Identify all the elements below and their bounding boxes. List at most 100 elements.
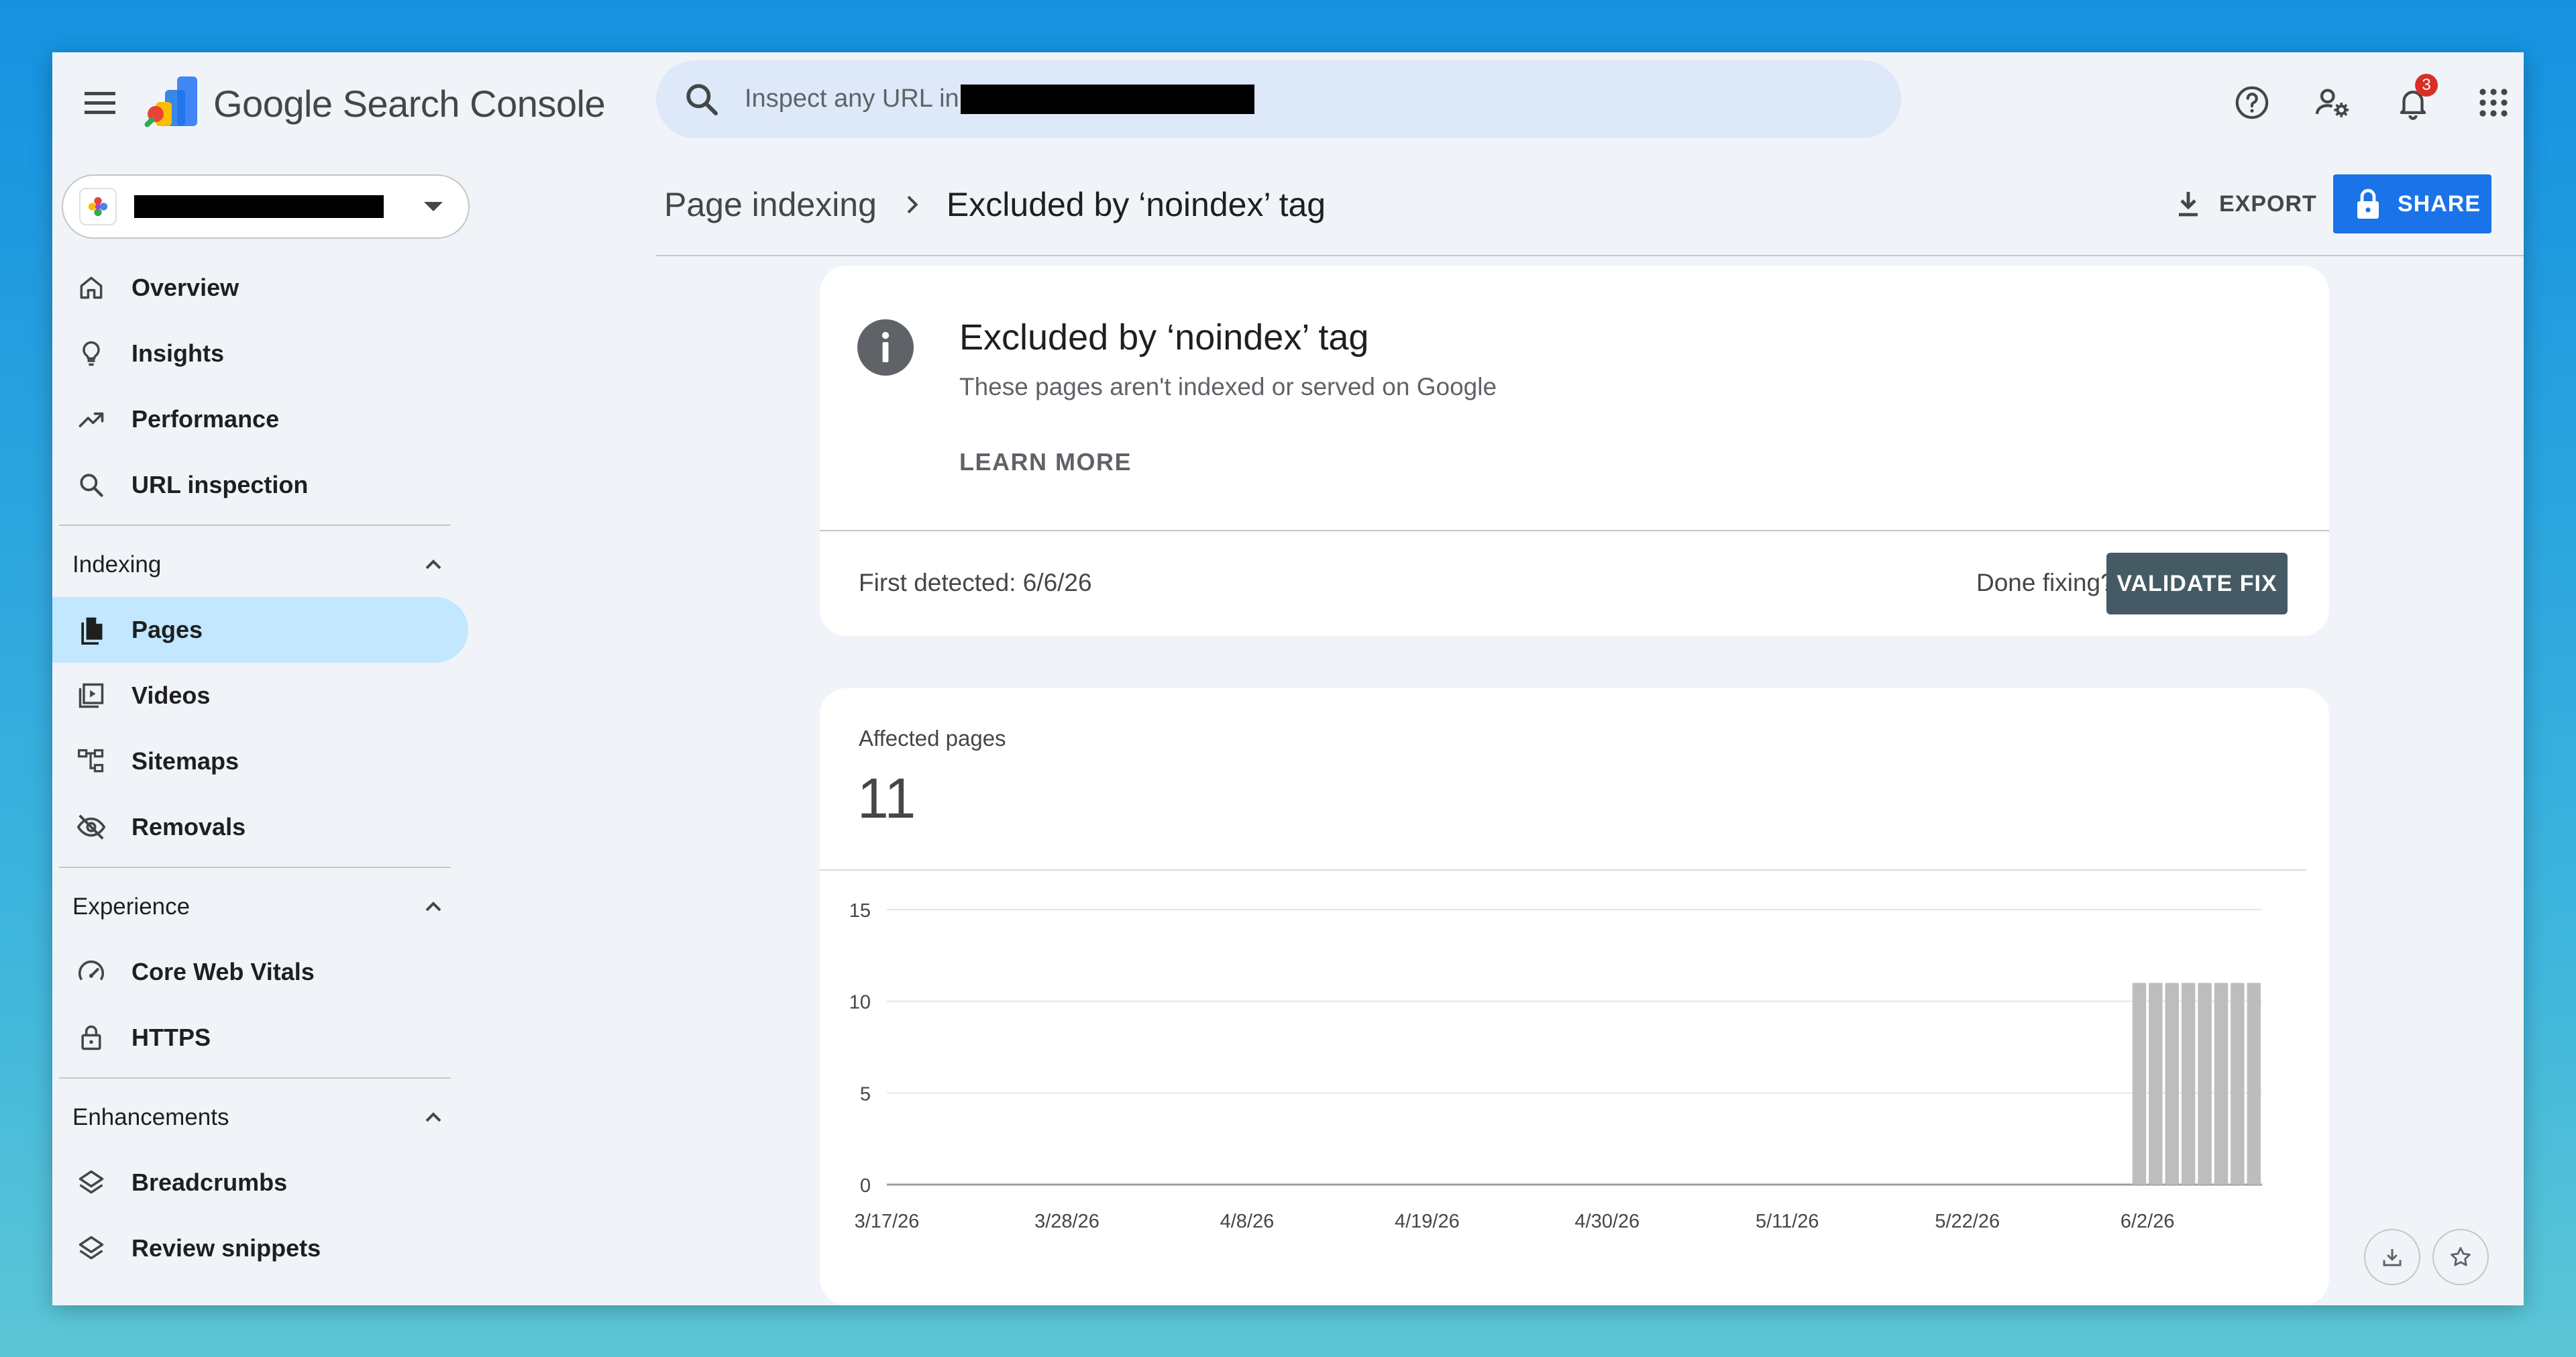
apps-button[interactable] <box>2467 76 2520 129</box>
search-placeholder: Inspect any URL in <box>745 84 959 113</box>
home-icon <box>72 269 110 307</box>
sidebar-section-enhancements[interactable]: Enhancements <box>52 1085 488 1150</box>
sidebar-nav: Overview Insights Performance URL inspec… <box>52 255 488 1281</box>
issue-details-card: Excluded by ‘noindex’ tag These pages ar… <box>820 266 2329 636</box>
manage-accounts-icon <box>2315 89 2349 117</box>
main-menu-button[interactable] <box>74 76 126 129</box>
header-divider <box>656 255 2524 256</box>
issue-description: These pages aren't indexed or served on … <box>959 373 1497 400</box>
star-icon <box>2451 1247 2471 1266</box>
sidebar-item-performance[interactable]: Performance <box>52 386 488 452</box>
affected-pages-chart: 0 5 10 15 3/17/26 3/28/26 4/8/26 4/19/26 4/30/26… <box>849 900 2262 1232</box>
y-tick-label: 5 <box>860 1083 871 1105</box>
download-icon <box>2383 1249 2402 1266</box>
sidebar-item-label: Review snippets <box>131 1234 321 1262</box>
share-button[interactable]: SHARE <box>2333 174 2491 233</box>
property-icon <box>88 197 108 217</box>
affected-pages-label: Affected pages <box>859 726 1006 751</box>
breadcrumb-page-indexing[interactable]: Page indexing <box>664 185 877 224</box>
app-title: Google Search Console <box>213 82 606 125</box>
breadcrumb: Page indexing Excluded by ‘noindex’ tag <box>664 185 1326 224</box>
download-icon <box>2179 192 2198 217</box>
trending-up-icon <box>72 400 110 438</box>
star-button[interactable] <box>2432 1229 2489 1285</box>
chevron-up-icon <box>425 1112 441 1122</box>
y-tick-label: 0 <box>860 1175 871 1197</box>
speed-icon <box>72 953 110 991</box>
sidebar-item-review-snippets[interactable]: Review snippets <box>52 1215 488 1281</box>
sidebar-item-removals[interactable]: Removals <box>52 794 488 860</box>
visibility-off-icon <box>72 808 110 846</box>
chart-bar <box>2165 983 2179 1185</box>
validate-fix-button[interactable]: VALIDATE FIX <box>2106 553 2288 614</box>
notifications-button[interactable]: 3 <box>2387 74 2439 129</box>
sidebar-divider <box>59 1077 451 1079</box>
learn-more-link[interactable]: LEARN MORE <box>959 448 1132 476</box>
chevron-up-icon <box>425 902 441 912</box>
top-app-bar: Google Search Console Inspect any URL in <box>52 52 2524 153</box>
sidebar-item-label: Removals <box>131 813 246 840</box>
property-selector[interactable] <box>62 174 470 239</box>
chevron-right-icon <box>907 195 918 214</box>
card-divider <box>820 530 2329 531</box>
x-tick-label: 4/8/26 <box>1220 1211 1275 1232</box>
lock-icon <box>72 1019 110 1056</box>
x-tick-label: 6/2/26 <box>2121 1211 2175 1232</box>
x-tick-label: 4/19/26 <box>1395 1211 1460 1232</box>
help-button[interactable] <box>2226 76 2278 129</box>
search-icon <box>686 84 718 116</box>
sidebar-section-experience[interactable]: Experience <box>52 875 488 939</box>
settings-button[interactable] <box>2306 76 2359 129</box>
export-label: EXPORT <box>2219 191 2317 217</box>
sidebar-section-indexing[interactable]: Indexing <box>52 533 488 597</box>
sidebar-item-overview[interactable]: Overview <box>52 255 488 321</box>
chart-bar <box>2181 983 2196 1185</box>
download-chart-button[interactable] <box>2364 1229 2420 1285</box>
sidebar-item-label: URL inspection <box>131 471 309 498</box>
sidebar-divider <box>59 525 451 526</box>
layers-icon <box>72 1230 110 1267</box>
sidebar-item-label: Insights <box>131 339 225 367</box>
sidebar-item-videos[interactable]: Videos <box>52 663 488 728</box>
sidebar-item-url-inspection[interactable]: URL inspection <box>52 452 488 518</box>
card-divider <box>820 869 2306 871</box>
sidebar-item-breadcrumbs[interactable]: Breadcrumbs <box>52 1150 488 1215</box>
affected-pages-card: Affected pages 11 0 5 10 15 3/17/26 3/28/26 4/… <box>820 688 2329 1305</box>
chart-bar <box>2231 983 2245 1185</box>
issue-title: Excluded by ‘noindex’ tag <box>959 317 1369 358</box>
redacted-property-name <box>960 85 1254 115</box>
export-button[interactable]: EXPORT <box>2159 174 2330 233</box>
search-console-window: Google Search Console Inspect any URL in <box>52 52 2524 1305</box>
y-tick-label: 10 <box>849 992 871 1014</box>
sidebar-divider <box>59 867 451 868</box>
sidebar-item-label: Pages <box>131 616 203 643</box>
x-tick-label: 4/30/26 <box>1574 1211 1640 1232</box>
dropdown-caret-icon <box>424 202 443 211</box>
sidebar-item-https[interactable]: HTTPS <box>52 1005 488 1071</box>
help-icon <box>2235 86 2269 119</box>
section-label: Experience <box>72 893 191 920</box>
y-tick-label: 15 <box>849 900 871 922</box>
sidebar-item-sitemaps[interactable]: Sitemaps <box>52 728 488 794</box>
search-input[interactable]: Inspect any URL in <box>745 85 1254 115</box>
x-tick-label: 5/22/26 <box>1935 1211 2000 1232</box>
sidebar-item-label: Sitemaps <box>131 747 239 775</box>
search-console-logo[interactable]: Google Search Console <box>142 75 606 131</box>
url-inspection-search[interactable]: Inspect any URL in <box>656 60 1901 138</box>
share-label: SHARE <box>2398 191 2481 217</box>
notification-badge: 3 <box>2415 74 2438 97</box>
chart-bar <box>2132 983 2147 1185</box>
lightbulb-icon <box>72 335 110 372</box>
search-icon <box>72 466 110 504</box>
chart-bar <box>2247 983 2261 1185</box>
sidebar-item-core-web-vitals[interactable]: Core Web Vitals <box>52 939 488 1005</box>
chart-bar <box>2214 983 2229 1185</box>
sidebar-item-insights[interactable]: Insights <box>52 321 488 386</box>
search-console-logo-icon <box>144 76 197 127</box>
redacted-property-selector-name <box>134 195 384 218</box>
sitemap-icon <box>72 743 110 780</box>
sidebar-item-pages[interactable]: Pages <box>52 597 468 663</box>
sidebar-item-label: Performance <box>131 405 280 433</box>
section-label: Enhancements <box>72 1104 229 1130</box>
sidebar-item-label: HTTPS <box>131 1024 211 1051</box>
